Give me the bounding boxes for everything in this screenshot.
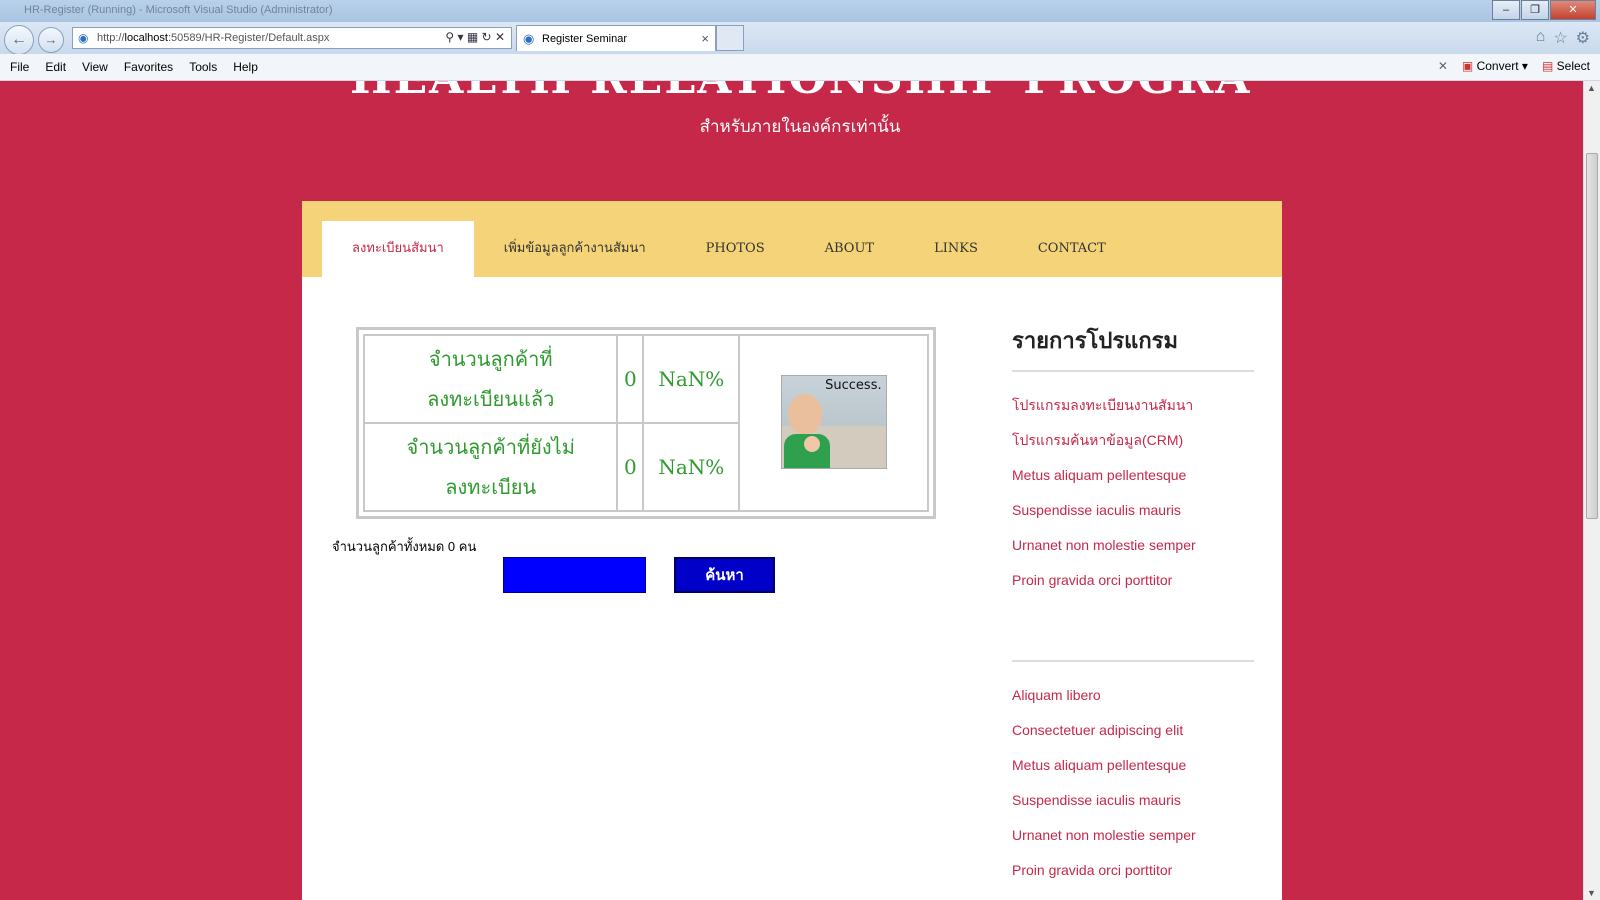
sidebar-link[interactable]: Urnanet non molestie semper bbox=[1012, 528, 1254, 563]
nav-tabs: ลงทะเบียนสัมนา เพิ่มข้อมูลลูกค้างานสัมนา… bbox=[322, 221, 1136, 277]
address-tools: ⚲ ▾ ▦ ↻ ✕ bbox=[445, 30, 505, 44]
window-titlebar: HR-Register (Running) - Microsoft Visual… bbox=[0, 0, 1600, 22]
search-input[interactable] bbox=[503, 557, 646, 593]
sidebar-link[interactable]: Suspendisse iaculis mauris bbox=[1012, 783, 1254, 818]
new-tab-button[interactable] bbox=[716, 25, 744, 51]
stats-panel: จำนวนลูกค้าที่ลงทะเบียนแล้ว 0 NaN% Succe… bbox=[356, 327, 936, 519]
sidebar-link[interactable]: Suspendisse iaculis mauris bbox=[1012, 493, 1254, 528]
registered-label-line1: จำนวนลูกค้าที่ bbox=[428, 347, 553, 371]
sidebar-heading: รายการโปรแกรม bbox=[1012, 323, 1254, 372]
scroll-up-icon[interactable]: ▲ bbox=[1587, 83, 1596, 93]
sidebar-link[interactable]: Urnanet non molestie semper bbox=[1012, 818, 1254, 853]
sidebar: รายการโปรแกรม โปรแกรมลงทะเบียนงานสัมนา โ… bbox=[1012, 323, 1254, 888]
menu-tools[interactable]: Tools bbox=[189, 60, 217, 74]
url-host: localhost bbox=[124, 32, 168, 44]
sidebar-link[interactable]: Metus aliquam pellentesque bbox=[1012, 458, 1254, 493]
dropdown-icon[interactable]: ▾ bbox=[457, 30, 463, 44]
command-bar: ✕ ▣ Convert ▾ ▤ Select bbox=[1438, 59, 1590, 73]
sidebar-link[interactable]: Metus aliquam pellentesque bbox=[1012, 748, 1254, 783]
registered-count: 0 bbox=[616, 334, 645, 424]
sidebar-link[interactable]: Proin gravida orci porttitor bbox=[1012, 563, 1254, 598]
close-toolbar-icon[interactable]: ✕ bbox=[1438, 59, 1448, 73]
compat-view-icon[interactable]: ▦ bbox=[467, 30, 478, 44]
menu-file[interactable]: File bbox=[10, 60, 29, 74]
menu-items: File Edit View Favorites Tools Help bbox=[10, 60, 258, 74]
restore-icon[interactable]: ❐ bbox=[1521, 0, 1549, 20]
browser-tab[interactable]: ◉ Register Seminar × bbox=[516, 25, 716, 51]
tab-close-icon[interactable]: × bbox=[701, 31, 709, 46]
convert-label: Convert bbox=[1476, 59, 1519, 73]
url-prefix: http:// bbox=[97, 32, 125, 44]
menu-view[interactable]: View bbox=[82, 60, 108, 74]
success-kid-image: Success. bbox=[780, 374, 887, 469]
sidebar-link[interactable]: โปรแกรมค้นหาข้อมูล(CRM) bbox=[1012, 423, 1254, 458]
site-nav: ลงทะเบียนสัมนา เพิ่มข้อมูลลูกค้างานสัมนา… bbox=[302, 201, 1282, 277]
minimize-icon[interactable]: – bbox=[1492, 0, 1520, 20]
sidebar-link[interactable]: Consectetuer adipiscing elit bbox=[1012, 713, 1254, 748]
main-container: ลงทะเบียนสัมนา เพิ่มข้อมูลลูกค้างานสัมนา… bbox=[302, 201, 1282, 900]
forward-arrow-icon[interactable]: → bbox=[38, 27, 64, 53]
search-icon[interactable]: ⚲ bbox=[445, 30, 454, 44]
gear-icon[interactable]: ⚙ bbox=[1576, 28, 1590, 48]
vertical-scrollbar[interactable]: ▲ ▼ bbox=[1583, 81, 1600, 900]
tab-ie-icon: ◉ bbox=[523, 31, 535, 46]
menu-favorites[interactable]: Favorites bbox=[124, 60, 173, 74]
sidebar-divider bbox=[1012, 660, 1254, 662]
total-customers-text: จำนวนลูกค้าทั้งหมด 0 คน bbox=[332, 539, 477, 554]
tab-title: Register Seminar bbox=[542, 33, 627, 45]
favorites-star-icon[interactable]: ☆ bbox=[1553, 28, 1567, 48]
registered-label: จำนวนลูกค้าที่ลงทะเบียนแล้ว bbox=[362, 334, 619, 424]
page-viewport: HEALTH RELATIONSHIP PROGRAM สำหรับภายในอ… bbox=[0, 81, 1583, 900]
unregistered-count: 0 bbox=[616, 422, 645, 512]
menu-bar: File Edit View Favorites Tools Help ✕ ▣ … bbox=[0, 54, 1600, 81]
sidebar-links-secondary: Aliquam libero Consectetuer adipiscing e… bbox=[1012, 678, 1254, 888]
close-window-icon[interactable]: ✕ bbox=[1550, 0, 1596, 20]
ie-page-icon: ◉ bbox=[78, 31, 89, 45]
select-button[interactable]: ▤ Select bbox=[1542, 59, 1590, 73]
site-subtitle: สำหรับภายในองค์กรเท่านั้น bbox=[699, 117, 901, 136]
sidebar-link[interactable]: Aliquam libero bbox=[1012, 678, 1254, 713]
stop-icon[interactable]: ✕ bbox=[495, 30, 505, 44]
unregistered-percent: NaN% bbox=[642, 422, 741, 512]
back-arrow-icon[interactable]: ← bbox=[4, 25, 34, 55]
convert-button[interactable]: ▣ Convert ▾ bbox=[1462, 59, 1528, 73]
sidebar-link[interactable]: Proin gravida orci porttitor bbox=[1012, 853, 1254, 888]
select-icon: ▤ bbox=[1541, 59, 1554, 73]
image-caption: Success. bbox=[825, 377, 882, 393]
unregistered-label-line2: ลงทะเบียน bbox=[445, 475, 537, 499]
nav-tab-add-customer[interactable]: เพิ่มข้อมูลลูกค้างานสัมนา bbox=[474, 221, 676, 277]
scroll-down-icon[interactable]: ▼ bbox=[1587, 888, 1596, 898]
search-button[interactable]: ค้นหา bbox=[674, 557, 775, 593]
scrollbar-thumb[interactable] bbox=[1586, 153, 1598, 519]
nav-tab-contact[interactable]: CONTACT bbox=[1008, 221, 1136, 277]
unregistered-label-line1: จำนวนลูกค้าที่ยังไม่ bbox=[406, 435, 575, 459]
window-title: HR-Register (Running) - Microsoft Visual… bbox=[24, 4, 333, 16]
home-icon[interactable]: ⌂ bbox=[1536, 28, 1546, 48]
stats-table: จำนวนลูกค้าที่ลงทะเบียนแล้ว 0 NaN% Succe… bbox=[362, 334, 929, 512]
url-rest: :50589/HR-Register/Default.aspx bbox=[167, 32, 330, 44]
table-row: จำนวนลูกค้าที่ลงทะเบียนแล้ว 0 NaN% Succe… bbox=[362, 334, 929, 512]
sidebar-links-primary: โปรแกรมลงทะเบียนงานสัมนา โปรแกรมค้นหาข้อ… bbox=[1012, 388, 1254, 598]
nav-tab-register[interactable]: ลงทะเบียนสัมนา bbox=[322, 221, 474, 277]
image-cell: Success. bbox=[738, 334, 929, 512]
refresh-icon[interactable]: ↻ bbox=[482, 30, 492, 44]
convert-icon: ▣ bbox=[1461, 59, 1474, 73]
window-controls: – ❐ ✕ bbox=[1491, 0, 1596, 20]
registered-label-line2: ลงทะเบียนแล้ว bbox=[427, 387, 555, 411]
site-title: HEALTH RELATIONSHIP PROGRAM bbox=[350, 81, 1250, 99]
menu-help[interactable]: Help bbox=[233, 60, 258, 74]
address-url[interactable]: http://localhost:50589/HR-Register/Defau… bbox=[97, 32, 329, 44]
nav-tab-photos[interactable]: PHOTOS bbox=[676, 221, 795, 277]
browser-nav-row: ← → ◉ http://localhost:50589/HR-Register… bbox=[0, 22, 1600, 55]
unregistered-label: จำนวนลูกค้าที่ยังไม่ลงทะเบียน bbox=[362, 422, 619, 512]
select-label: Select bbox=[1556, 59, 1590, 73]
nav-tab-links[interactable]: LINKS bbox=[904, 221, 1008, 277]
browser-right-icons: ⌂ ☆ ⚙ bbox=[1536, 28, 1590, 48]
registered-percent: NaN% bbox=[642, 334, 741, 424]
menu-edit[interactable]: Edit bbox=[45, 60, 66, 74]
sidebar-link[interactable]: โปรแกรมลงทะเบียนงานสัมนา bbox=[1012, 388, 1254, 423]
nav-tab-about[interactable]: ABOUT bbox=[795, 221, 904, 277]
address-bar[interactable]: ◉ http://localhost:50589/HR-Register/Def… bbox=[72, 27, 512, 49]
